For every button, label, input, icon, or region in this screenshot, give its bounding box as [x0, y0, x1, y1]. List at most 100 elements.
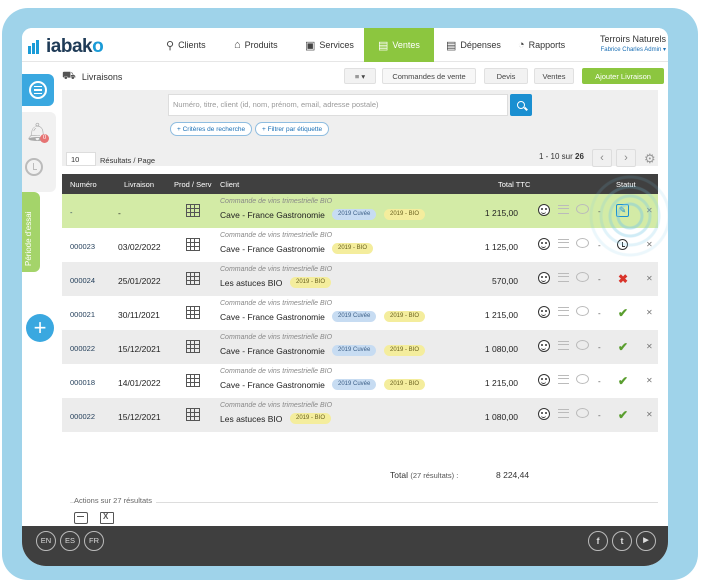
row-tag[interactable]: 2019 Cuvée	[332, 209, 377, 220]
col-number[interactable]: Numéro	[70, 180, 97, 189]
next-page-button[interactable]: ›	[616, 149, 636, 167]
sales-button[interactable]: Ventes	[534, 68, 574, 84]
delete-icon[interactable]: ✕	[646, 342, 653, 351]
row-tag[interactable]: 2019 - BIO	[384, 379, 426, 390]
client-face-icon[interactable]	[538, 272, 550, 284]
per-page-input[interactable]: 10	[66, 152, 96, 166]
products-grid-icon[interactable]	[186, 340, 200, 353]
row-number[interactable]: -	[70, 208, 73, 217]
row-number[interactable]: 000022	[70, 344, 95, 353]
merge-icon[interactable]	[74, 512, 88, 524]
row-client[interactable]: Les astuces BIO	[220, 278, 282, 288]
col-delivery[interactable]: Livraison	[124, 180, 154, 189]
row-tag[interactable]: 2019 Cuvée	[332, 379, 377, 390]
quotes-button[interactable]: Devis	[484, 68, 528, 84]
row-client[interactable]: Cave - France Gastronomie	[220, 380, 325, 390]
comment-icon[interactable]	[576, 204, 589, 214]
edit-icon[interactable]: ✎	[616, 204, 630, 218]
client-face-icon[interactable]	[538, 340, 550, 352]
search-criteria-chip[interactable]: + Critères de recherche	[170, 122, 253, 136]
client-face-icon[interactable]	[538, 374, 550, 386]
youtube-icon[interactable]: ▶	[636, 531, 656, 551]
row-number[interactable]: 000023	[70, 242, 95, 251]
col-total[interactable]: Total TTC	[498, 180, 530, 189]
delete-icon[interactable]: ✕	[646, 410, 653, 419]
notes-icon[interactable]	[558, 205, 569, 214]
row-number[interactable]: 000022	[70, 412, 95, 421]
comment-icon[interactable]	[576, 374, 589, 384]
comment-icon[interactable]	[576, 238, 589, 248]
view-menu-button[interactable]: ≡ ▾	[344, 68, 376, 84]
gear-icon[interactable]: ⚙	[644, 151, 656, 167]
table-row[interactable]: 000022 15/12/2021 Commande de vins trime…	[62, 330, 658, 364]
excel-export-icon[interactable]	[100, 512, 114, 524]
nav-item-ventes[interactable]: ▤ Ventes	[364, 28, 434, 62]
products-grid-icon[interactable]	[186, 306, 200, 319]
delete-icon[interactable]: ✕	[646, 308, 653, 317]
comment-icon[interactable]	[576, 408, 589, 418]
delete-icon[interactable]: ✕	[646, 206, 653, 215]
table-row[interactable]: 000018 14/01/2022 Commande de vins trime…	[62, 364, 658, 398]
row-tag[interactable]: 2019 Cuvée	[332, 345, 377, 356]
table-row[interactable]: 000022 15/12/2021 Commande de vins trime…	[62, 398, 658, 432]
row-tag[interactable]: 2019 Cuvée	[332, 311, 377, 322]
delete-icon[interactable]: ✕	[646, 376, 653, 385]
comment-icon[interactable]	[576, 340, 589, 350]
prev-page-button[interactable]: ‹	[592, 149, 612, 167]
add-delivery-button[interactable]: Ajouter Livraison	[582, 68, 664, 84]
sales-orders-button[interactable]: Commandes de vente	[382, 68, 476, 84]
client-face-icon[interactable]	[538, 306, 550, 318]
row-tag[interactable]: 2019 - BIO	[384, 311, 426, 322]
nav-item-dpenses[interactable]: ▤ Dépenses	[446, 28, 501, 62]
row-client[interactable]: Cave - France Gastronomie	[220, 210, 325, 220]
row-tag[interactable]: 2019 - BIO	[332, 243, 374, 254]
row-client[interactable]: Cave - France Gastronomie	[220, 346, 325, 356]
delete-icon[interactable]: ✕	[646, 240, 653, 249]
products-grid-icon[interactable]	[186, 238, 200, 251]
notes-icon[interactable]	[558, 273, 569, 282]
facebook-icon[interactable]: f	[588, 531, 608, 551]
comment-icon[interactable]	[576, 272, 589, 282]
products-grid-icon[interactable]	[186, 374, 200, 387]
trial-tab[interactable]: Période d'essai	[22, 192, 40, 272]
lang-es[interactable]: ES	[60, 531, 80, 551]
search-button[interactable]	[510, 94, 532, 116]
notes-icon[interactable]	[558, 307, 569, 316]
row-number[interactable]: 000018	[70, 378, 95, 387]
client-face-icon[interactable]	[538, 408, 550, 420]
row-tag[interactable]: 2019 - BIO	[384, 209, 426, 220]
table-row[interactable]: 000024 25/01/2022 Commande de vins trime…	[62, 262, 658, 296]
table-row[interactable]: - - Commande de vins trimestrielle BIO C…	[62, 194, 658, 228]
notes-icon[interactable]	[558, 239, 569, 248]
history-icon[interactable]	[25, 158, 43, 176]
lang-fr[interactable]: FR	[84, 531, 104, 551]
nav-item-produits[interactable]: ⌂ Produits	[234, 28, 278, 62]
logo[interactable]: iabako	[28, 36, 104, 58]
lang-en[interactable]: EN	[36, 531, 56, 551]
row-client[interactable]: Cave - France Gastronomie	[220, 312, 325, 322]
notes-icon[interactable]	[558, 409, 569, 418]
products-grid-icon[interactable]	[186, 408, 200, 421]
row-client[interactable]: Les astuces BIO	[220, 414, 282, 424]
add-button[interactable]: +	[26, 314, 54, 342]
nav-item-rapports[interactable]: ◔ Rapports	[518, 28, 565, 62]
row-number[interactable]: 000021	[70, 310, 95, 319]
row-number[interactable]: 000024	[70, 276, 95, 285]
products-grid-icon[interactable]	[186, 272, 200, 285]
client-face-icon[interactable]	[538, 238, 550, 250]
row-tag[interactable]: 2019 - BIO	[290, 277, 332, 288]
filter-label-chip[interactable]: + Filtrer par étiquette	[255, 122, 330, 136]
col-client[interactable]: Client	[220, 180, 239, 189]
twitter-icon[interactable]: t	[612, 531, 632, 551]
delete-icon[interactable]: ✕	[646, 274, 653, 283]
notes-icon[interactable]	[558, 375, 569, 384]
row-tag[interactable]: 2019 - BIO	[384, 345, 426, 356]
table-row[interactable]: 000023 03/02/2022 Commande de vins trime…	[62, 228, 658, 262]
row-client[interactable]: Cave - France Gastronomie	[220, 244, 325, 254]
products-grid-icon[interactable]	[186, 204, 200, 217]
notes-icon[interactable]	[558, 341, 569, 350]
account-menu[interactable]: Terroirs Naturels Fabrice Charles Admin …	[600, 34, 666, 53]
client-face-icon[interactable]	[538, 204, 550, 216]
comment-icon[interactable]	[576, 306, 589, 316]
table-row[interactable]: 000021 30/11/2021 Commande de vins trime…	[62, 296, 658, 330]
